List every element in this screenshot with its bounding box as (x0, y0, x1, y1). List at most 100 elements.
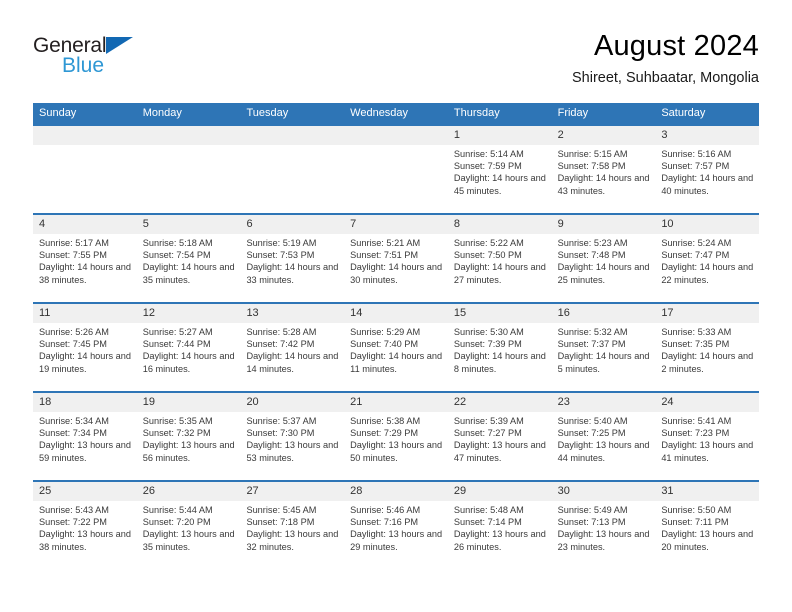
day-cell[interactable]: 28 Sunrise: 5:46 AM Sunset: 7:16 PM Dayl… (344, 482, 448, 569)
logo-secondary-text: Blue (62, 54, 105, 77)
daylight-text: Daylight: 14 hours and 38 minutes. (39, 262, 131, 285)
day-details: Sunrise: 5:30 AM Sunset: 7:39 PM Dayligh… (448, 323, 552, 375)
sunset-text: Sunset: 7:11 PM (661, 517, 729, 528)
day-cell[interactable]: 6 Sunrise: 5:19 AM Sunset: 7:53 PM Dayli… (240, 215, 345, 302)
day-cell[interactable]: 29 Sunrise: 5:48 AM Sunset: 7:14 PM Dayl… (447, 482, 552, 569)
daylight-text: Daylight: 13 hours and 44 minutes. (557, 440, 650, 463)
sunrise-text: Sunrise: 5:43 AM (39, 505, 109, 515)
weekday-header-row: Sunday Monday Tuesday Wednesday Thursday… (33, 103, 759, 124)
day-details: Sunrise: 5:35 AM Sunset: 7:32 PM Dayligh… (137, 412, 241, 464)
day-details: Sunrise: 5:49 AM Sunset: 7:13 PM Dayligh… (552, 501, 656, 553)
sunset-text: Sunset: 7:54 PM (142, 250, 211, 261)
day-details: Sunrise: 5:15 AM Sunset: 7:58 PM Dayligh… (552, 145, 656, 197)
sunset-text: Sunset: 7:40 PM (350, 339, 419, 350)
calendar-week-row: 4 Sunrise: 5:17 AM Sunset: 7:55 PM Dayli… (33, 213, 760, 302)
sunrise-text: Sunrise: 5:39 AM (453, 416, 524, 426)
day-details: Sunrise: 5:32 AM Sunset: 7:37 PM Dayligh… (552, 323, 656, 375)
sunrise-text: Sunrise: 5:18 AM (142, 238, 213, 248)
day-cell[interactable]: 2 Sunrise: 5:15 AM Sunset: 7:58 PM Dayli… (551, 126, 656, 213)
daylight-text: Daylight: 14 hours and 22 minutes. (661, 262, 754, 285)
day-details (240, 145, 344, 148)
sunset-text: Sunset: 7:55 PM (39, 250, 107, 261)
brand-logo[interactable]: General Blue (33, 34, 163, 84)
sunrise-text: Sunrise: 5:21 AM (350, 238, 421, 248)
day-number: 6 (246, 218, 253, 230)
day-number: 9 (557, 218, 564, 230)
day-number: 20 (246, 396, 259, 408)
day-cell[interactable]: 20 Sunrise: 5:37 AM Sunset: 7:30 PM Dayl… (240, 393, 345, 480)
day-number: 26 (142, 485, 155, 497)
day-cell[interactable]: 15 Sunrise: 5:30 AM Sunset: 7:39 PM Dayl… (447, 304, 552, 391)
day-cell[interactable]: 8 Sunrise: 5:22 AM Sunset: 7:50 PM Dayli… (447, 215, 552, 302)
day-details: Sunrise: 5:24 AM Sunset: 7:47 PM Dayligh… (655, 234, 759, 286)
day-cell[interactable]: 10 Sunrise: 5:24 AM Sunset: 7:47 PM Dayl… (655, 215, 760, 302)
day-cell[interactable]: 23 Sunrise: 5:40 AM Sunset: 7:25 PM Dayl… (551, 393, 656, 480)
sunrise-text: Sunrise: 5:27 AM (142, 327, 213, 337)
daylight-text: Daylight: 14 hours and 45 minutes. (453, 173, 546, 196)
day-cell[interactable]: 26 Sunrise: 5:44 AM Sunset: 7:20 PM Dayl… (136, 482, 241, 569)
day-number (240, 126, 344, 145)
day-cell[interactable]: 22 Sunrise: 5:39 AM Sunset: 7:27 PM Dayl… (447, 393, 552, 480)
sunset-text: Sunset: 7:37 PM (557, 339, 626, 350)
day-details: Sunrise: 5:46 AM Sunset: 7:16 PM Dayligh… (344, 501, 448, 553)
day-cell[interactable]: 21 Sunrise: 5:38 AM Sunset: 7:29 PM Dayl… (344, 393, 448, 480)
day-cell[interactable]: 25 Sunrise: 5:43 AM Sunset: 7:22 PM Dayl… (33, 482, 137, 569)
day-cell[interactable]: 3 Sunrise: 5:16 AM Sunset: 7:57 PM Dayli… (655, 126, 760, 213)
day-cell[interactable]: 5 Sunrise: 5:18 AM Sunset: 7:54 PM Dayli… (136, 215, 241, 302)
daylight-text: Daylight: 14 hours and 16 minutes. (142, 351, 235, 374)
daylight-text: Daylight: 14 hours and 5 minutes. (557, 351, 650, 374)
day-details: Sunrise: 5:33 AM Sunset: 7:35 PM Dayligh… (655, 323, 759, 375)
calendar-grid: Sunday Monday Tuesday Wednesday Thursday… (33, 103, 760, 569)
daylight-text: Daylight: 14 hours and 19 minutes. (39, 351, 131, 374)
day-number: 10 (661, 218, 674, 230)
day-cell[interactable]: 14 Sunrise: 5:29 AM Sunset: 7:40 PM Dayl… (344, 304, 448, 391)
sunrise-text: Sunrise: 5:26 AM (39, 327, 109, 337)
day-details: Sunrise: 5:27 AM Sunset: 7:44 PM Dayligh… (137, 323, 241, 375)
day-cell[interactable]: 12 Sunrise: 5:27 AM Sunset: 7:44 PM Dayl… (136, 304, 241, 391)
day-details: Sunrise: 5:41 AM Sunset: 7:23 PM Dayligh… (655, 412, 759, 464)
day-number: 16 (557, 307, 570, 319)
day-cell[interactable] (240, 126, 345, 213)
day-cell[interactable] (344, 126, 448, 213)
page-title: August 2024 (593, 30, 759, 62)
day-cell[interactable]: 27 Sunrise: 5:45 AM Sunset: 7:18 PM Dayl… (240, 482, 345, 569)
daylight-text: Daylight: 13 hours and 29 minutes. (350, 529, 443, 552)
day-details: Sunrise: 5:21 AM Sunset: 7:51 PM Dayligh… (344, 234, 448, 286)
day-number: 28 (350, 485, 363, 497)
day-cell[interactable]: 11 Sunrise: 5:26 AM Sunset: 7:45 PM Dayl… (33, 304, 137, 391)
daylight-text: Daylight: 14 hours and 25 minutes. (557, 262, 650, 285)
day-cell[interactable]: 17 Sunrise: 5:33 AM Sunset: 7:35 PM Dayl… (655, 304, 760, 391)
page-subtitle: Shireet, Suhbaatar, Mongolia (571, 70, 759, 86)
day-details: Sunrise: 5:39 AM Sunset: 7:27 PM Dayligh… (448, 412, 552, 464)
sunset-text: Sunset: 7:18 PM (246, 517, 315, 528)
sunrise-text: Sunrise: 5:44 AM (142, 505, 213, 515)
day-cell[interactable]: 31 Sunrise: 5:50 AM Sunset: 7:11 PM Dayl… (655, 482, 760, 569)
day-cell[interactable] (33, 126, 137, 213)
sunset-text: Sunset: 7:30 PM (246, 428, 315, 439)
day-cell[interactable]: 9 Sunrise: 5:23 AM Sunset: 7:48 PM Dayli… (551, 215, 656, 302)
day-cell[interactable]: 16 Sunrise: 5:32 AM Sunset: 7:37 PM Dayl… (551, 304, 656, 391)
daylight-text: Daylight: 13 hours and 59 minutes. (39, 440, 131, 463)
sunset-text: Sunset: 7:23 PM (661, 428, 730, 439)
day-cell[interactable]: 30 Sunrise: 5:49 AM Sunset: 7:13 PM Dayl… (551, 482, 656, 569)
day-cell[interactable]: 4 Sunrise: 5:17 AM Sunset: 7:55 PM Dayli… (33, 215, 137, 302)
daylight-text: Daylight: 13 hours and 50 minutes. (350, 440, 443, 463)
sunset-text: Sunset: 7:34 PM (39, 428, 107, 439)
sunset-text: Sunset: 7:50 PM (453, 250, 522, 261)
daylight-text: Daylight: 14 hours and 35 minutes. (142, 262, 235, 285)
day-number: 3 (661, 129, 668, 141)
day-cell[interactable]: 18 Sunrise: 5:34 AM Sunset: 7:34 PM Dayl… (33, 393, 137, 480)
day-cell[interactable]: 19 Sunrise: 5:35 AM Sunset: 7:32 PM Dayl… (136, 393, 241, 480)
sunrise-text: Sunrise: 5:50 AM (661, 505, 732, 515)
day-cell[interactable] (136, 126, 241, 213)
day-cell[interactable]: 7 Sunrise: 5:21 AM Sunset: 7:51 PM Dayli… (344, 215, 448, 302)
sunrise-text: Sunrise: 5:28 AM (246, 327, 317, 337)
day-number: 21 (350, 396, 363, 408)
daylight-text: Daylight: 14 hours and 11 minutes. (350, 351, 443, 374)
sunrise-text: Sunrise: 5:35 AM (142, 416, 213, 426)
day-cell[interactable]: 13 Sunrise: 5:28 AM Sunset: 7:42 PM Dayl… (240, 304, 345, 391)
day-cell[interactable]: 1 Sunrise: 5:14 AM Sunset: 7:59 PM Dayli… (447, 126, 552, 213)
sunset-text: Sunset: 7:45 PM (39, 339, 107, 350)
day-cell[interactable]: 24 Sunrise: 5:41 AM Sunset: 7:23 PM Dayl… (655, 393, 760, 480)
sunrise-text: Sunrise: 5:24 AM (661, 238, 732, 248)
